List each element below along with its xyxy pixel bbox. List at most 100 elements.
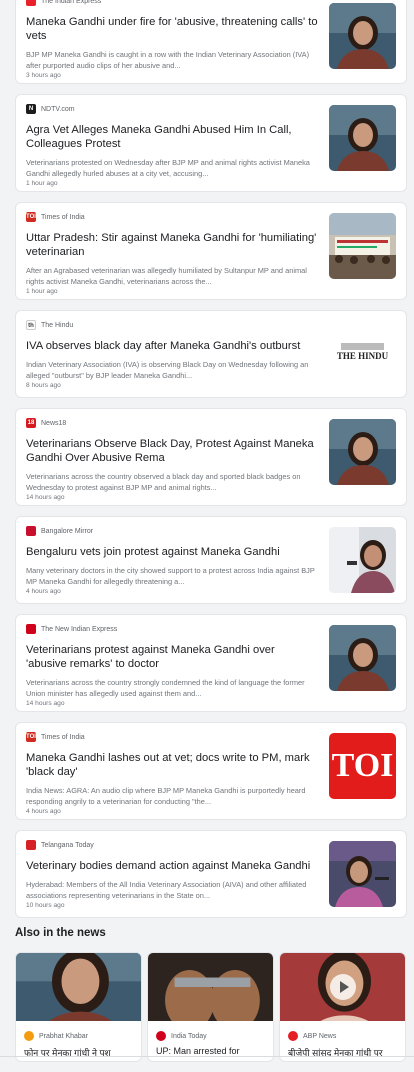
news-timestamp: 1 hour ago: [26, 180, 58, 187]
source-name: NDTV.com: [41, 105, 75, 113]
news-card[interactable]: th The Hindu IVA observes black day after …: [15, 310, 407, 398]
news-timestamp: 14 hours ago: [26, 494, 65, 501]
news-headline[interactable]: Maneka Gandhi lashes out at vet; docs wr…: [26, 751, 318, 779]
thumbnail-text: THE HINDU: [336, 351, 389, 361]
news-headline[interactable]: IVA observes black day after Maneka Gand…: [26, 339, 318, 353]
news-source[interactable]: Bangalore Mirror: [26, 525, 318, 537]
source-logo-icon: th: [26, 320, 36, 330]
news-card[interactable]: Telangana Today Veterinary bodies demand …: [15, 830, 407, 918]
related-news-headline[interactable]: UP: Man arrested for: [156, 1046, 240, 1056]
news-thumbnail[interactable]: [329, 625, 396, 691]
source-logo-icon: [26, 624, 36, 634]
related-news-card[interactable]: India Today UP: Man arrested for: [147, 952, 274, 1062]
news-headline[interactable]: Veterinary bodies demand action against …: [26, 859, 318, 873]
news-thumbnail[interactable]: THE HINDU: [329, 321, 396, 387]
source-name: The Indian Express: [41, 0, 102, 5]
news-card-text: th The Hindu IVA observes black day after …: [26, 319, 318, 390]
news-source[interactable]: TOI Times of India: [26, 731, 318, 743]
news-source[interactable]: Telangana Today: [26, 839, 318, 851]
news-source[interactable]: th The Hindu: [26, 319, 318, 331]
news-snippet: Many veterinary doctors in the city show…: [26, 566, 315, 586]
news-thumbnail[interactable]: TOI: [329, 733, 396, 799]
source-logo-icon: [26, 526, 36, 536]
news-source[interactable]: The New Indian Express: [26, 623, 318, 635]
news-snippet: Veterinarians across the country observe…: [26, 472, 301, 492]
news-card[interactable]: The New Indian Express Veterinarians prot…: [15, 614, 407, 712]
thumbnail-text: TOI: [331, 747, 394, 784]
source-logo-icon: N: [26, 104, 36, 114]
news-snippet: BJP MP Maneka Gandhi is caught in a row …: [26, 50, 310, 70]
source-name: Times of India: [41, 733, 85, 741]
source-logo-icon: [24, 1031, 34, 1041]
news-headline[interactable]: Veterinarians Observe Black Day, Protest…: [26, 437, 318, 465]
news-card-text: TOI Times of India Uttar Pradesh: Stir aga…: [26, 211, 318, 296]
news-timestamp: 14 hours ago: [26, 700, 65, 707]
news-headline[interactable]: Veterinarians protest against Maneka Gan…: [26, 643, 318, 671]
news-card-text: TOI Times of India Maneka Gandhi lashes ou…: [26, 731, 318, 816]
news-card[interactable]: 18 News18 Veterinarians Observe Black Day,…: [15, 408, 407, 506]
source-name: ABP News: [303, 1032, 337, 1040]
source-name: Telangana Today: [41, 841, 94, 849]
news-source[interactable]: TOI Times of India: [26, 211, 318, 223]
news-thumbnail[interactable]: [329, 527, 396, 593]
news-card[interactable]: N NDTV.com Agra Vet Alleges Maneka Gandhi …: [15, 94, 407, 192]
source-name: The New Indian Express: [41, 625, 118, 633]
source-logo-icon: [156, 1031, 166, 1041]
news-snippet: Indian Veterinary Association (IVA) is o…: [26, 360, 309, 380]
related-news-thumbnail: [16, 953, 141, 1050]
source-name: India Today: [171, 1032, 207, 1040]
related-news-headline[interactable]: फोन पर मेनका गांधी ने पश: [24, 1046, 111, 1059]
news-card-text: N NDTV.com Agra Vet Alleges Maneka Gandhi …: [26, 103, 318, 188]
news-card-text: 18 News18 Veterinarians Observe Black Day,…: [26, 417, 318, 502]
news-card[interactable]: Bangalore Mirror Bengaluru vets join prot…: [15, 516, 407, 604]
source-logo-icon: TOI: [26, 732, 36, 742]
news-snippet: After an Agrabased veterinarian was alle…: [26, 266, 307, 286]
news-thumbnail[interactable]: [329, 419, 396, 485]
source-name: Prabhat Khabar: [39, 1032, 89, 1040]
news-headline[interactable]: Uttar Pradesh: Stir against Maneka Gandh…: [26, 231, 318, 259]
news-card[interactable]: TOI Times of India Maneka Gandhi lashes ou…: [15, 722, 407, 820]
news-thumbnail[interactable]: [329, 841, 396, 907]
news-source: Prabhat Khabar: [24, 1031, 88, 1041]
source-logo-icon: 18: [26, 418, 36, 428]
source-name: Times of India: [41, 213, 85, 221]
news-source[interactable]: 18 News18: [26, 417, 318, 429]
news-thumbnail[interactable]: [329, 213, 396, 279]
news-headline[interactable]: Bengaluru vets join protest against Mane…: [26, 545, 318, 559]
news-thumbnail[interactable]: [329, 105, 396, 171]
news-timestamp: 10 hours ago: [26, 902, 65, 909]
related-news-card[interactable]: Prabhat Khabar फोन पर मेनका गांधी ने पश: [15, 952, 142, 1062]
news-snippet: Veterinarians across the country strongl…: [26, 678, 305, 698]
related-news-thumbnail: [148, 953, 273, 1050]
news-timestamp: 1 hour ago: [26, 288, 58, 295]
source-name: News18: [41, 419, 67, 427]
news-card[interactable]: The Indian Express Maneka Gandhi under fi…: [15, 0, 407, 84]
news-card[interactable]: TOI Times of India Uttar Pradesh: Stir aga…: [15, 202, 407, 300]
news-card-text: Bangalore Mirror Bengaluru vets join prot…: [26, 525, 318, 596]
related-news-card[interactable]: ABP News बीजेपी सांसद मेनका गांधी पर: [279, 952, 406, 1062]
news-card-text: The Indian Express Maneka Gandhi under fi…: [26, 0, 318, 80]
news-source: India Today: [156, 1031, 207, 1041]
news-snippet: India News: AGRA: An audio clip where BJ…: [26, 786, 306, 806]
news-source[interactable]: N NDTV.com: [26, 103, 318, 115]
play-icon[interactable]: [330, 974, 356, 1000]
news-timestamp: 3 hours ago: [26, 72, 61, 79]
news-snippet: Hyderabad: Members of the All India Vete…: [26, 880, 307, 900]
news-card-text: The New Indian Express Veterinarians prot…: [26, 623, 318, 708]
source-logo-icon: [26, 0, 36, 6]
news-timestamp: 4 hours ago: [26, 588, 61, 595]
news-snippet: Veterinarians protested on Wednesday aft…: [26, 158, 310, 178]
news-card-text: Telangana Today Veterinary bodies demand …: [26, 839, 318, 910]
also-in-news-heading: Also in the news: [15, 927, 106, 939]
news-timestamp: 4 hours ago: [26, 808, 61, 815]
news-thumbnail[interactable]: [329, 3, 396, 69]
source-logo-icon: [288, 1031, 298, 1041]
news-headline[interactable]: Maneka Gandhi under fire for 'abusive, t…: [26, 15, 318, 43]
related-news-headline[interactable]: बीजेपी सांसद मेनका गांधी पर: [288, 1046, 383, 1059]
divider: [0, 1056, 414, 1057]
source-logo-icon: TOI: [26, 212, 36, 222]
source-name: Bangalore Mirror: [41, 527, 94, 535]
news-headline[interactable]: Agra Vet Alleges Maneka Gandhi Abused Hi…: [26, 123, 318, 151]
source-logo-icon: [26, 840, 36, 850]
news-source[interactable]: The Indian Express: [26, 0, 318, 7]
